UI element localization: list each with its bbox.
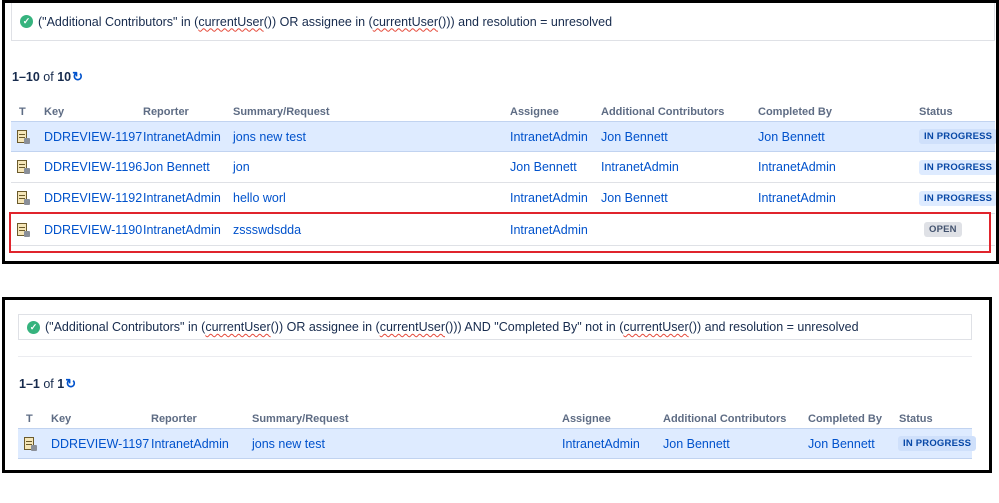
jql-function: currentUser: [379, 320, 445, 334]
jql-function: currentUser: [198, 14, 264, 29]
results-count: 1–10 of 10 ↻: [12, 69, 83, 85]
contributor-link[interactable]: Jon Bennett: [601, 122, 668, 151]
refresh-icon[interactable]: ↻: [65, 376, 76, 392]
jql-function: currentUser: [205, 320, 271, 334]
results-count: 1–1 of 1 ↻: [19, 376, 76, 392]
issue-type-icon: [16, 129, 30, 144]
column-header-status[interactable]: Status: [899, 413, 933, 425]
jql-text-part: ()) OR assignee in (: [270, 320, 380, 334]
issue-type-icon: [16, 191, 30, 205]
summary-link[interactable]: zssswdsdda: [233, 214, 301, 245]
assignee-link[interactable]: Jon Bennett: [510, 152, 577, 182]
summary-link[interactable]: jons new test: [252, 429, 325, 458]
issue-key-link[interactable]: DDREVIEW-1197: [44, 122, 142, 151]
jql-text-part: ()) and resolution = unresolved: [688, 320, 859, 334]
reporter-link[interactable]: IntranetAdmin: [143, 122, 221, 151]
status-badge: OPEN: [924, 222, 962, 237]
table-row[interactable]: DDREVIEW-1196 Jon Bennett jon Jon Bennet…: [11, 152, 996, 183]
status-cell: OPEN: [924, 214, 962, 245]
column-header-completed-by[interactable]: Completed By: [808, 413, 882, 425]
issue-type-cell: [16, 152, 30, 182]
completed-by-link[interactable]: Jon Bennett: [808, 429, 875, 458]
assignee-link[interactable]: IntranetAdmin: [562, 429, 640, 458]
issue-type-cell: [16, 214, 30, 245]
column-header-reporter[interactable]: Reporter: [143, 106, 189, 118]
jql-text-part: ())) AND "Completed By" not in (: [445, 320, 624, 334]
column-header-assignee[interactable]: Assignee: [562, 413, 611, 425]
check-circle-icon: ✓: [20, 15, 33, 28]
contributor-link[interactable]: Jon Bennett: [601, 183, 668, 213]
assignee-link[interactable]: IntranetAdmin: [510, 214, 588, 245]
issue-type-icon: [16, 222, 30, 237]
completed-by-link[interactable]: IntranetAdmin: [758, 183, 836, 213]
column-header-summary[interactable]: Summary/Request: [233, 106, 330, 118]
issue-type-cell: [23, 429, 37, 458]
issue-key-link[interactable]: DDREVIEW-1190: [44, 214, 142, 245]
results-total: 10: [57, 70, 72, 84]
results-of: of: [43, 377, 54, 391]
refresh-icon[interactable]: ↻: [72, 69, 83, 85]
issue-key-link[interactable]: DDREVIEW-1197: [51, 429, 149, 458]
status-cell: IN PROGRESS: [919, 122, 996, 151]
jql-function: currentUser: [372, 14, 438, 29]
reporter-link[interactable]: IntranetAdmin: [151, 429, 229, 458]
divider: [18, 356, 972, 357]
table-row[interactable]: DDREVIEW-1197 IntranetAdmin jons new tes…: [18, 428, 977, 459]
column-header-type[interactable]: T: [26, 413, 33, 425]
status-badge: IN PROGRESS: [898, 436, 977, 451]
results-total: 1: [57, 377, 65, 391]
table-row[interactable]: DDREVIEW-1197 IntranetAdmin jons new tes…: [11, 121, 996, 152]
issue-type-cell: [16, 122, 30, 151]
jql-query-bar[interactable]: ✓ ("Additional Contributors" in (current…: [18, 314, 972, 340]
jql-text-part: ("Additional Contributors" in (: [45, 320, 206, 334]
results-range: 1–1: [19, 377, 40, 391]
table-row[interactable]: DDREVIEW-1190 IntranetAdmin zssswdsdda I…: [11, 214, 995, 246]
reporter-link[interactable]: Jon Bennett: [143, 152, 210, 182]
completed-by-link[interactable]: IntranetAdmin: [758, 152, 836, 182]
column-header-completed-by[interactable]: Completed By: [758, 106, 832, 118]
jql-query-bar[interactable]: ✓ ("Additional Contributors" in (current…: [11, 3, 995, 41]
completed-by-link[interactable]: Jon Bennett: [758, 122, 825, 151]
issue-type-icon: [16, 160, 30, 174]
status-badge: IN PROGRESS: [919, 129, 996, 144]
status-badge: IN PROGRESS: [919, 159, 996, 175]
reporter-link[interactable]: IntranetAdmin: [143, 183, 221, 213]
issue-key-link[interactable]: DDREVIEW-1196: [44, 152, 142, 182]
column-header-key[interactable]: Key: [44, 106, 64, 118]
results-range: 1–10: [12, 70, 40, 84]
assignee-link[interactable]: IntranetAdmin: [510, 183, 588, 213]
summary-link[interactable]: jons new test: [233, 122, 306, 151]
jql-text-part: ()) OR assignee in (: [263, 14, 373, 29]
column-header-type[interactable]: T: [19, 106, 26, 118]
column-header-contributors[interactable]: Additional Contributors: [663, 413, 786, 425]
column-header-summary[interactable]: Summary/Request: [252, 413, 349, 425]
column-header-assignee[interactable]: Assignee: [510, 106, 559, 118]
summary-link[interactable]: jon: [233, 152, 250, 182]
contributor-link[interactable]: Jon Bennett: [663, 429, 730, 458]
status-badge: IN PROGRESS: [919, 190, 996, 206]
jql-function: currentUser: [623, 320, 689, 334]
results-of: of: [43, 70, 54, 84]
search-results-panel-1: ✓ ("Additional Contributors" in (current…: [2, 0, 999, 264]
status-cell: IN PROGRESS: [919, 183, 996, 213]
reporter-link[interactable]: IntranetAdmin: [143, 214, 221, 245]
column-header-contributors[interactable]: Additional Contributors: [601, 106, 724, 118]
summary-link[interactable]: hello worl: [233, 183, 286, 213]
issue-key-link[interactable]: DDREVIEW-1192: [44, 183, 142, 213]
status-cell: IN PROGRESS: [898, 429, 977, 458]
assignee-link[interactable]: IntranetAdmin: [510, 122, 588, 151]
column-header-key[interactable]: Key: [51, 413, 71, 425]
column-header-reporter[interactable]: Reporter: [151, 413, 197, 425]
issue-type-icon: [23, 436, 37, 451]
table-row[interactable]: DDREVIEW-1192 IntranetAdmin hello worl I…: [11, 183, 996, 214]
issue-type-cell: [16, 183, 30, 213]
check-circle-icon: ✓: [27, 320, 40, 334]
jql-text-part: ())) and resolution = unresolved: [438, 14, 613, 29]
jql-text-part: ("Additional Contributors" in (: [38, 14, 199, 29]
contributor-link[interactable]: IntranetAdmin: [601, 152, 679, 182]
status-cell: IN PROGRESS: [919, 152, 996, 182]
column-header-status[interactable]: Status: [919, 106, 953, 118]
search-results-panel-2: ✓ ("Additional Contributors" in (current…: [2, 297, 992, 473]
